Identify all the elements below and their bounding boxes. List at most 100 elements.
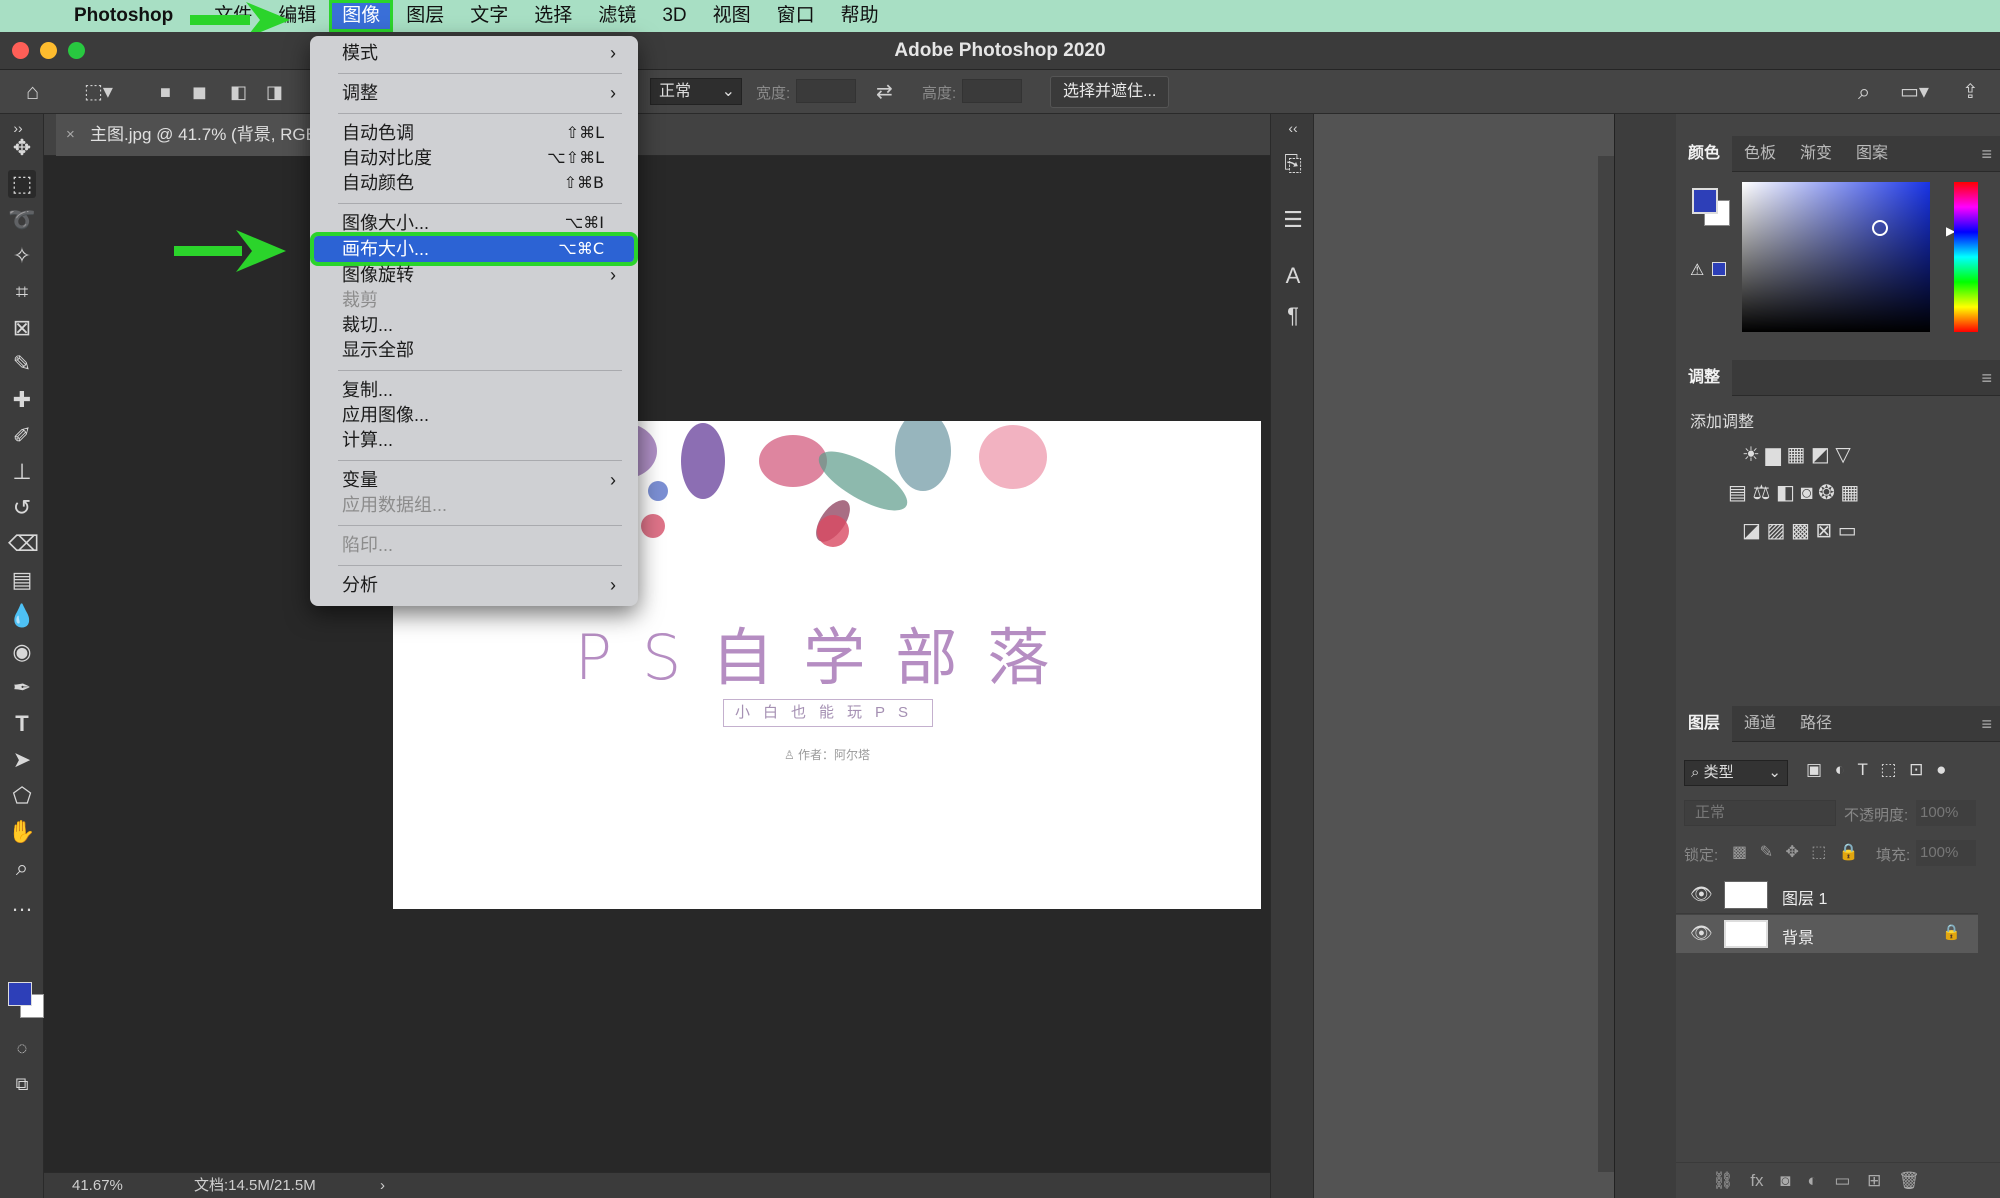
vibrance-icon[interactable]: ▽ — [1835, 444, 1850, 466]
subtract-selection-icon[interactable]: ◧ — [230, 78, 247, 106]
search-icon[interactable]: ⌕ — [1858, 78, 1870, 106]
paragraph-panel-icon[interactable]: ¶ — [1279, 302, 1307, 330]
menu-item-image-size[interactable]: 图像大小... ⌥⌘I — [314, 210, 634, 236]
share-icon[interactable]: ⇪ — [1962, 78, 1979, 106]
tab-gradients[interactable]: 渐变 — [1788, 136, 1844, 172]
menu-item-analysis[interactable]: 分析 › — [314, 572, 634, 598]
panel-menu-icon[interactable]: ≡ — [1981, 144, 1992, 165]
color-field[interactable] — [1742, 182, 1930, 332]
exposure-icon[interactable]: ◩ — [1811, 444, 1830, 466]
text-icon[interactable]: T — [8, 710, 36, 738]
menu-item-auto-color[interactable]: 自动颜色 ⇧⌘B — [314, 170, 634, 196]
tab-paths[interactable]: 路径 — [1788, 706, 1844, 742]
swap-icon[interactable]: ⇄ — [876, 78, 893, 106]
opacity-input[interactable]: 100% — [1916, 800, 1976, 826]
lock-transparency-icon[interactable]: ▩ — [1732, 844, 1747, 861]
menu-select[interactable]: 选择 — [521, 0, 585, 32]
zoom-icon[interactable]: ⌕ — [8, 854, 36, 882]
lock-pixels-icon[interactable]: ✎ — [1760, 844, 1773, 861]
menu-help[interactable]: 帮助 — [828, 0, 892, 32]
menu-item-reveal-all[interactable]: 显示全部 — [314, 337, 634, 363]
brightness-icon[interactable]: ☀ — [1742, 444, 1760, 466]
frame-icon[interactable]: ⊠ — [8, 314, 36, 342]
filter-toggle-icon[interactable]: ● — [1936, 760, 1946, 779]
character-panel-icon[interactable]: A — [1279, 262, 1307, 290]
screen-mode-icon[interactable]: ⧉ — [8, 1070, 36, 1098]
gradient-map-icon[interactable]: ▭ — [1838, 520, 1857, 542]
shape-filter-icon[interactable]: ⬚ — [1880, 760, 1896, 779]
history-panel-icon[interactable]: ⎘ — [1279, 150, 1307, 178]
select-and-mask-button[interactable]: 选择并遮住... — [1050, 76, 1170, 108]
more-tools-icon[interactable]: … — [8, 890, 36, 918]
healing-brush-icon[interactable]: ✚ — [8, 386, 36, 414]
new-group-icon[interactable]: ▭ — [1834, 1171, 1850, 1190]
menu-3d[interactable]: 3D — [649, 0, 699, 32]
menu-item-canvas-size[interactable]: 画布大小... ⌥⌘C — [310, 232, 638, 266]
new-adjustment-icon[interactable]: ◐ — [1807, 1171, 1817, 1190]
collapse-left-icon[interactable]: ‹‹ — [1279, 114, 1307, 142]
eye-icon[interactable]: 👁 — [1690, 923, 1713, 944]
chevron-right-icon[interactable]: › — [380, 1173, 385, 1198]
menu-window[interactable]: 窗口 — [764, 0, 828, 32]
dodge-icon[interactable]: ◉ — [8, 638, 36, 666]
workspace-icon[interactable]: ▭▾ — [1900, 78, 1929, 106]
menu-item-auto-tone[interactable]: 自动色调 ⇧⌘L — [314, 120, 634, 146]
tab-patterns[interactable]: 图案 — [1844, 136, 1900, 172]
new-layer-icon[interactable]: ⊞ — [1867, 1171, 1881, 1190]
blend-mode-select[interactable]: 正常 — [1684, 800, 1836, 826]
curves-icon[interactable]: ▦ — [1786, 444, 1805, 466]
menu-filter[interactable]: 滤镜 — [585, 0, 649, 32]
layer-row[interactable]: 👁 图层 1 — [1676, 876, 1978, 914]
eyedropper-icon[interactable]: ✎ — [8, 350, 36, 378]
menu-item-trim[interactable]: 裁切... — [314, 312, 634, 338]
panel-menu-icon[interactable]: ≡ — [1981, 368, 1992, 389]
levels-icon[interactable]: ▆ — [1766, 444, 1781, 466]
tab-channels[interactable]: 通道 — [1732, 706, 1788, 742]
style-select[interactable]: 正常 ⌄ — [650, 78, 742, 105]
width-input[interactable] — [796, 79, 856, 103]
menu-app-name[interactable]: Photoshop — [74, 5, 173, 27]
link-icon[interactable]: ⛓ — [1712, 1171, 1734, 1190]
eye-icon[interactable]: 👁 — [1690, 884, 1713, 905]
close-icon[interactable]: × — [66, 114, 75, 156]
hue-saturation-icon[interactable]: ▤ — [1728, 482, 1747, 504]
marquee-icon[interactable]: ⬚ — [8, 170, 36, 198]
home-icon[interactable]: ⌂ — [26, 78, 39, 106]
tab-color[interactable]: 颜色 — [1676, 136, 1733, 172]
lasso-icon[interactable]: ➰ — [8, 206, 36, 234]
marquee-preset-icon[interactable]: ⬚▾ — [84, 78, 113, 106]
trash-icon[interactable]: 🗑 — [1898, 1171, 1920, 1190]
properties-panel-icon[interactable]: ☰ — [1279, 206, 1307, 234]
menu-image[interactable]: 图像 — [329, 0, 394, 32]
fx-icon[interactable]: fx — [1750, 1171, 1763, 1190]
photo-filter-icon[interactable]: ◙ — [1800, 482, 1812, 504]
menu-item-image-rotation[interactable]: 图像旋转 › — [314, 262, 634, 288]
lock-artboard-icon[interactable]: ⬚ — [1811, 844, 1826, 861]
menu-item-calculations[interactable]: 计算... — [314, 427, 634, 453]
menu-item-apply-image[interactable]: 应用图像... — [314, 402, 634, 428]
add-selection-icon[interactable]: ◼ — [192, 78, 207, 106]
pixel-filter-icon[interactable]: ▣ — [1806, 760, 1822, 779]
tab-adjustments[interactable]: 调整 — [1676, 360, 1733, 396]
layer-row-selected[interactable]: 👁 背景 🔒 — [1676, 915, 1978, 953]
menu-item-mode[interactable]: 模式 › — [314, 40, 634, 66]
adjustment-filter-icon[interactable]: ◐ — [1835, 760, 1845, 779]
black-white-icon[interactable]: ◧ — [1776, 482, 1795, 504]
mask-icon[interactable]: ◙ — [1780, 1171, 1790, 1190]
height-input[interactable] — [962, 79, 1022, 103]
eraser-icon[interactable]: ⌫ — [8, 530, 39, 558]
channel-mixer-icon[interactable]: ❂ — [1818, 482, 1835, 504]
menu-item-variables[interactable]: 变量 › — [314, 467, 634, 493]
selective-color-icon[interactable]: ⊠ — [1815, 520, 1832, 542]
menu-type[interactable]: 文字 — [457, 0, 521, 32]
hue-slider[interactable] — [1954, 182, 1978, 332]
color-picker-ring[interactable] — [1872, 220, 1888, 236]
tab-swatches[interactable]: 色板 — [1732, 136, 1788, 172]
doc-size[interactable]: 文档:14.5M/21.5M — [194, 1173, 316, 1198]
new-selection-icon[interactable]: ■ — [160, 78, 171, 106]
lock-position-icon[interactable]: ✥ — [1785, 844, 1798, 861]
magic-wand-icon[interactable]: ✧ — [8, 242, 36, 270]
move-icon[interactable]: ✥ — [8, 134, 36, 162]
invert-icon[interactable]: ◪ — [1742, 520, 1761, 542]
menu-view[interactable]: 视图 — [700, 0, 764, 32]
